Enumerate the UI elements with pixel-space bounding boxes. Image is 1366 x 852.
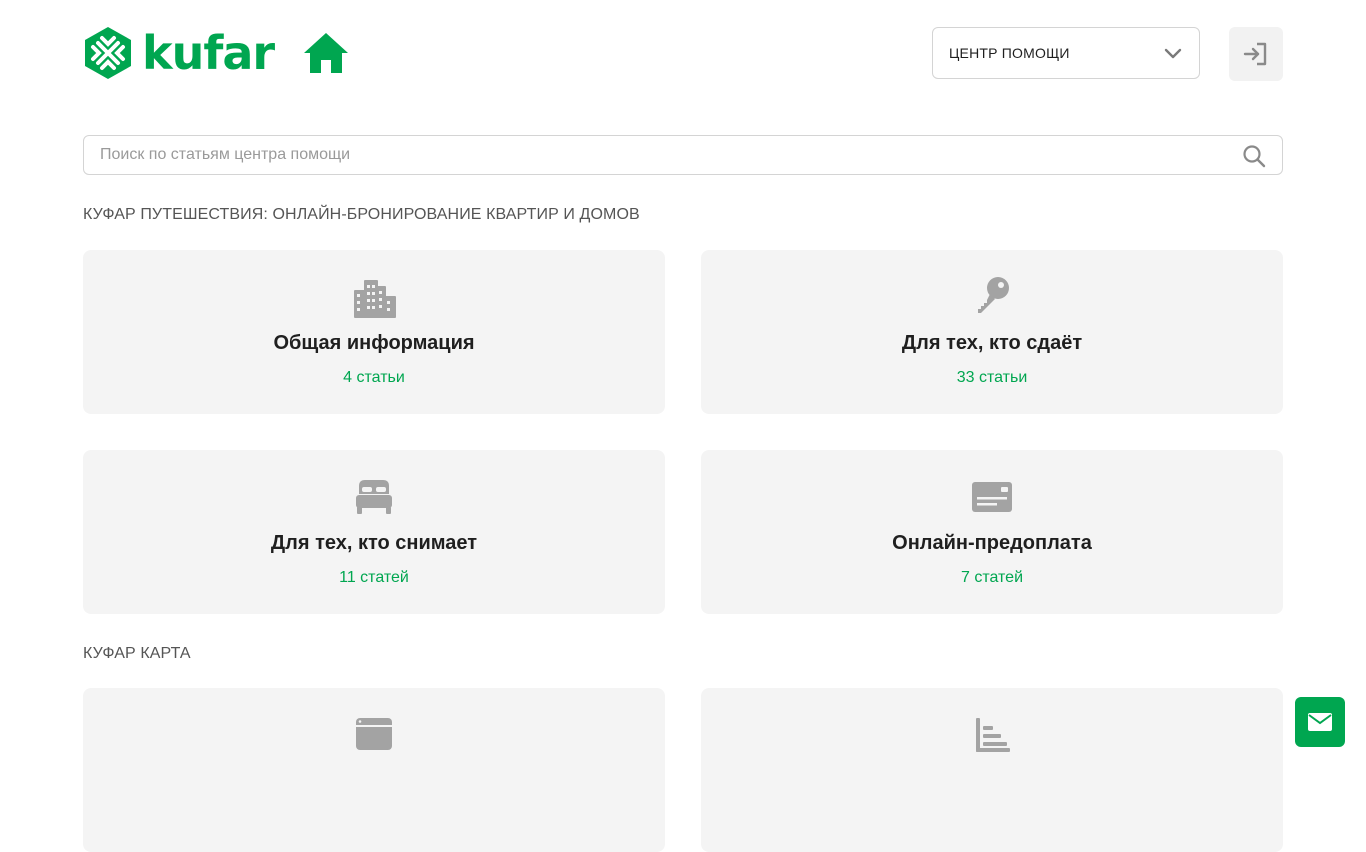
section-title-kufar-card: КУФАР КАРТА [83,645,191,662]
help-center-dropdown[interactable]: ЦЕНТР ПОМОЩИ [932,27,1200,79]
category-card-for-hosts[interactable]: Для тех, кто сдаёт 33 статьи [701,250,1283,414]
contact-support-button[interactable] [1295,697,1345,747]
bed-icon [356,480,392,514]
category-card-general-info[interactable]: Общая информация 4 статьи [83,250,665,414]
logo-text: kufar [142,26,275,80]
category-card-kufar-card-1[interactable] [83,688,665,852]
kufar-logo[interactable]: kufar [83,26,275,80]
chevron-down-icon [1164,48,1182,59]
card-title: Для тех, кто сдаёт [901,332,1083,354]
key-icon [978,277,1009,313]
card-title: Для тех, кто снимает [270,532,478,554]
card-title: Общая информация [273,332,475,354]
category-card-kufar-card-2[interactable] [701,688,1283,852]
category-card-online-prepayment[interactable]: Онлайн-предоплата 7 статей [701,450,1283,614]
login-icon [1243,42,1267,66]
city-buildings-icon [354,280,396,318]
section-title-travel: КУФАР ПУТЕШЕСТВИЯ: ОНЛАЙН-БРОНИРОВАНИЕ К… [83,206,640,223]
search-input[interactable] [84,136,1224,174]
card-title: Онлайн-предоплата [892,532,1092,554]
payment-card-icon [972,482,1012,512]
home-icon [304,33,348,73]
bar-list-icon [976,718,1010,752]
card-article-count: 4 статьи [343,369,405,386]
card-article-count: 11 статей [339,569,409,586]
search-bar [83,135,1283,175]
card-article-count: 33 статьи [956,369,1028,386]
search-icon[interactable] [1242,144,1266,168]
home-button[interactable] [303,32,349,74]
kufar-logo-mark-icon [85,27,131,79]
help-center-label: ЦЕНТР ПОМОЩИ [949,45,1070,61]
category-card-for-renters[interactable]: Для тех, кто снимает 11 статей [83,450,665,614]
card-article-count: 7 статей [960,569,1024,586]
envelope-icon [1308,713,1332,731]
header: kufar ЦЕНТР ПОМОЩИ [0,0,1366,110]
login-button[interactable] [1229,27,1283,81]
browser-window-icon [356,718,392,750]
